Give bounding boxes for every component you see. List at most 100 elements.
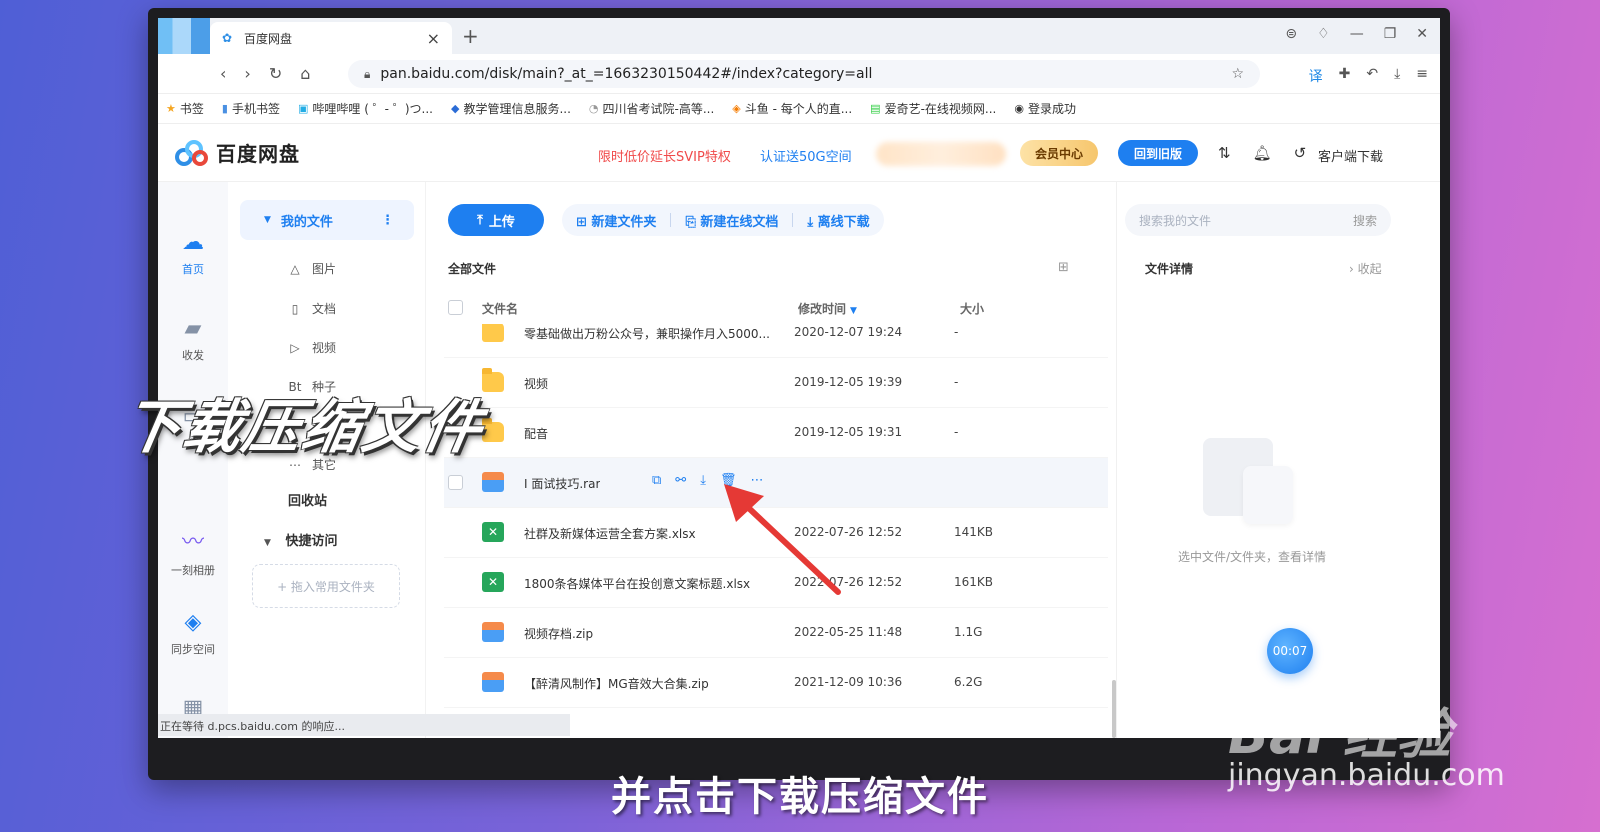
divider [792, 213, 794, 227]
login-icon: ◉ [1014, 102, 1024, 115]
breadcrumb[interactable]: 全部文件 [448, 260, 496, 277]
minimize-icon[interactable]: — [1350, 26, 1364, 42]
app-logo[interactable]: 百度网盘 [174, 138, 300, 167]
folder-icon [482, 324, 504, 342]
table-row[interactable]: 视频存档.zip 2022-05-25 11:48 1.1G [444, 608, 1108, 658]
star-icon: ★ [166, 102, 176, 115]
transfer-icon[interactable]: ⇅ [1218, 144, 1231, 162]
file-list-area: ⤒ 上传 ⊞ 新建文件夹 ⎘ 新建在线文档 ⤓ 离线下载 全部文件 ⊞ 文件名 … [426, 182, 1116, 738]
undo-icon[interactable]: ↶ [1366, 66, 1378, 86]
bookmark-item[interactable]: ▮ 手机书签 [222, 100, 280, 117]
search-input[interactable]: 搜索我的文件 搜索 [1125, 204, 1391, 236]
empty-folder-illustration [1203, 438, 1293, 528]
profile-icon[interactable]: ⊜ [1285, 26, 1297, 42]
quick-access-item[interactable]: ▼ 快捷访问 [264, 530, 337, 549]
tab-close-icon[interactable]: × [427, 29, 440, 48]
bookmark-item[interactable]: ★ 书签 [166, 100, 204, 117]
category-image[interactable]: △ 图片 [288, 260, 336, 277]
bookmark-star-icon[interactable]: ☆ [1231, 66, 1244, 82]
blurred-user-info [876, 142, 1006, 166]
url-text: pan.baidu.com/disk/main?_at_=16632301504… [380, 66, 873, 82]
back-to-old-button[interactable]: 回到旧版 [1118, 140, 1198, 166]
rail-item-sync[interactable]: ◈ 同步空间 [158, 610, 228, 657]
rail-item-album[interactable]: 〰 一刻相册 [158, 524, 228, 578]
shirt-icon[interactable]: ♢ [1317, 26, 1330, 42]
browser-tab[interactable]: ✿ 百度网盘 × [210, 22, 452, 54]
watermark-url: jingyan.baidu.com [1228, 758, 1505, 793]
screen: ✿ 百度网盘 × + ⊜ ♢ — ❐ ✕ ‹ › ↻ ⌂ 🔒︎ pan.baid… [158, 18, 1440, 738]
client-download-link[interactable]: 客户端下载 [1318, 146, 1383, 165]
download-icon[interactable]: ⤓ [700, 473, 706, 488]
download-icon[interactable]: ⤓ [1394, 66, 1400, 86]
document-icon: ▯ [291, 301, 299, 316]
table-row[interactable]: 视频 2019-12-05 19:39 - [444, 358, 1108, 408]
image-icon: △ [290, 261, 300, 276]
more-vertical-icon[interactable]: ⋮ [381, 213, 394, 228]
recycle-bin-item[interactable]: 回收站 [288, 490, 327, 509]
video-icon: ▷ [290, 340, 300, 355]
bookmark-item[interactable]: ▣ 哔哩哔哩 ( ゜- ゜)つ... [298, 100, 433, 117]
svip-promo-link[interactable]: 限时低价延长SVIP特权 [598, 146, 731, 165]
sort-icon: ▼ [850, 306, 857, 316]
bookmark-item[interactable]: ◆ 教学管理信息服务... [451, 100, 571, 117]
search-placeholder: 搜索我的文件 [1139, 213, 1212, 228]
menu-icon[interactable]: ≡ [1416, 66, 1428, 86]
extensions-icon[interactable]: ✚ [1339, 66, 1351, 86]
collapse-button[interactable]: › 收起 [1349, 260, 1382, 277]
action-bar: ⊞ 新建文件夹 ⎘ 新建在线文档 ⤓ 离线下载 [562, 204, 884, 236]
forward-icon[interactable]: › [244, 64, 250, 83]
table-row[interactable]: 配音 2019-12-05 19:31 - [444, 408, 1108, 458]
home-icon[interactable]: ⌂ [300, 64, 310, 83]
column-size[interactable]: 大小 [960, 300, 984, 317]
select-all-checkbox[interactable] [448, 300, 463, 315]
iqiyi-icon: ▤ [870, 102, 881, 115]
new-folder-button[interactable]: ⊞ 新建文件夹 [576, 211, 656, 230]
bookmark-item[interactable]: ◔ 四川省考试院-高等... [589, 100, 714, 117]
new-tab-button[interactable]: + [462, 24, 479, 48]
back-icon[interactable]: ‹ [220, 64, 226, 83]
share-icon[interactable]: ⚯ [675, 473, 686, 488]
vip-center-button[interactable]: 会员中心 [1020, 140, 1098, 166]
save-icon[interactable]: ⧉ [652, 473, 661, 488]
exam-icon: ◔ [588, 102, 599, 115]
row-checkbox[interactable] [448, 475, 463, 490]
space-promo-link[interactable]: 认证送50G空间 [760, 146, 852, 165]
table-row[interactable]: 【醉清风制作】MG音效大合集.zip 2021-12-09 10:36 6.2G [444, 658, 1108, 708]
restore-icon[interactable]: ❐ [1384, 26, 1397, 42]
tab-title: 百度网盘 [244, 31, 293, 46]
caret-down-icon: ▼ [264, 215, 271, 225]
quick-access-dropzone[interactable]: + 拖入常用文件夹 [252, 564, 400, 608]
caret-down-icon: ▼ [264, 538, 271, 548]
upload-button[interactable]: ⤒ 上传 [448, 204, 544, 236]
my-files-item[interactable]: ▼ 我的文件 ⋮ [240, 200, 414, 240]
column-modified[interactable]: 修改时间 ▼ [798, 300, 857, 317]
phone-icon: ▮ [221, 102, 228, 115]
new-online-doc-button[interactable]: ⎘ 新建在线文档 [685, 211, 778, 230]
book-icon: ◆ [450, 102, 460, 115]
empty-hint: 选中文件/文件夹，查看详情 [1177, 550, 1327, 564]
feedback-icon[interactable]: ↺ [1294, 144, 1307, 162]
rail-item-share[interactable]: ▰ 收发 [158, 316, 228, 363]
red-arrow-icon [724, 484, 841, 595]
status-bar: 正在等待 d.pcs.baidu.com 的响应... [158, 714, 570, 736]
bookmark-item[interactable]: ◉ 登录成功 [1014, 100, 1076, 117]
grid-view-icon[interactable]: ⊞ [1058, 260, 1069, 275]
bookmark-item[interactable]: ▤ 爱奇艺-在线视频网... [870, 100, 996, 117]
category-video[interactable]: ▷ 视频 [288, 339, 336, 356]
bell-icon[interactable]: 🔔︎ [1253, 144, 1272, 162]
category-document[interactable]: ▯ 文档 [288, 300, 336, 317]
nav-buttons: ‹ › ↻ ⌂ [220, 64, 310, 83]
rail-item-home[interactable]: ☁ 首页 [158, 230, 228, 277]
translate-icon[interactable]: 译 [1309, 66, 1323, 86]
search-button[interactable]: 搜索 [1353, 212, 1377, 229]
offline-download-button[interactable]: ⤓ 离线下载 [807, 211, 869, 230]
address-bar: ‹ › ↻ ⌂ 🔒︎ pan.baidu.com/disk/main?_at_=… [158, 54, 1440, 94]
close-window-icon[interactable]: ✕ [1416, 26, 1428, 42]
column-name[interactable]: 文件名 [482, 300, 518, 317]
reload-icon[interactable]: ↻ [269, 64, 282, 83]
table-row[interactable]: 零基础做出万粉公众号，兼职操作月入5000... 2020-12-07 19:2… [444, 324, 1108, 358]
bookmark-item[interactable]: ◈ 斗鱼 - 每个人的直... [732, 100, 852, 117]
bilibili-icon: ▣ [297, 102, 309, 115]
url-field[interactable]: 🔒︎ pan.baidu.com/disk/main?_at_=16632301… [348, 60, 1260, 88]
timer-badge[interactable]: 00:07 [1267, 628, 1313, 674]
